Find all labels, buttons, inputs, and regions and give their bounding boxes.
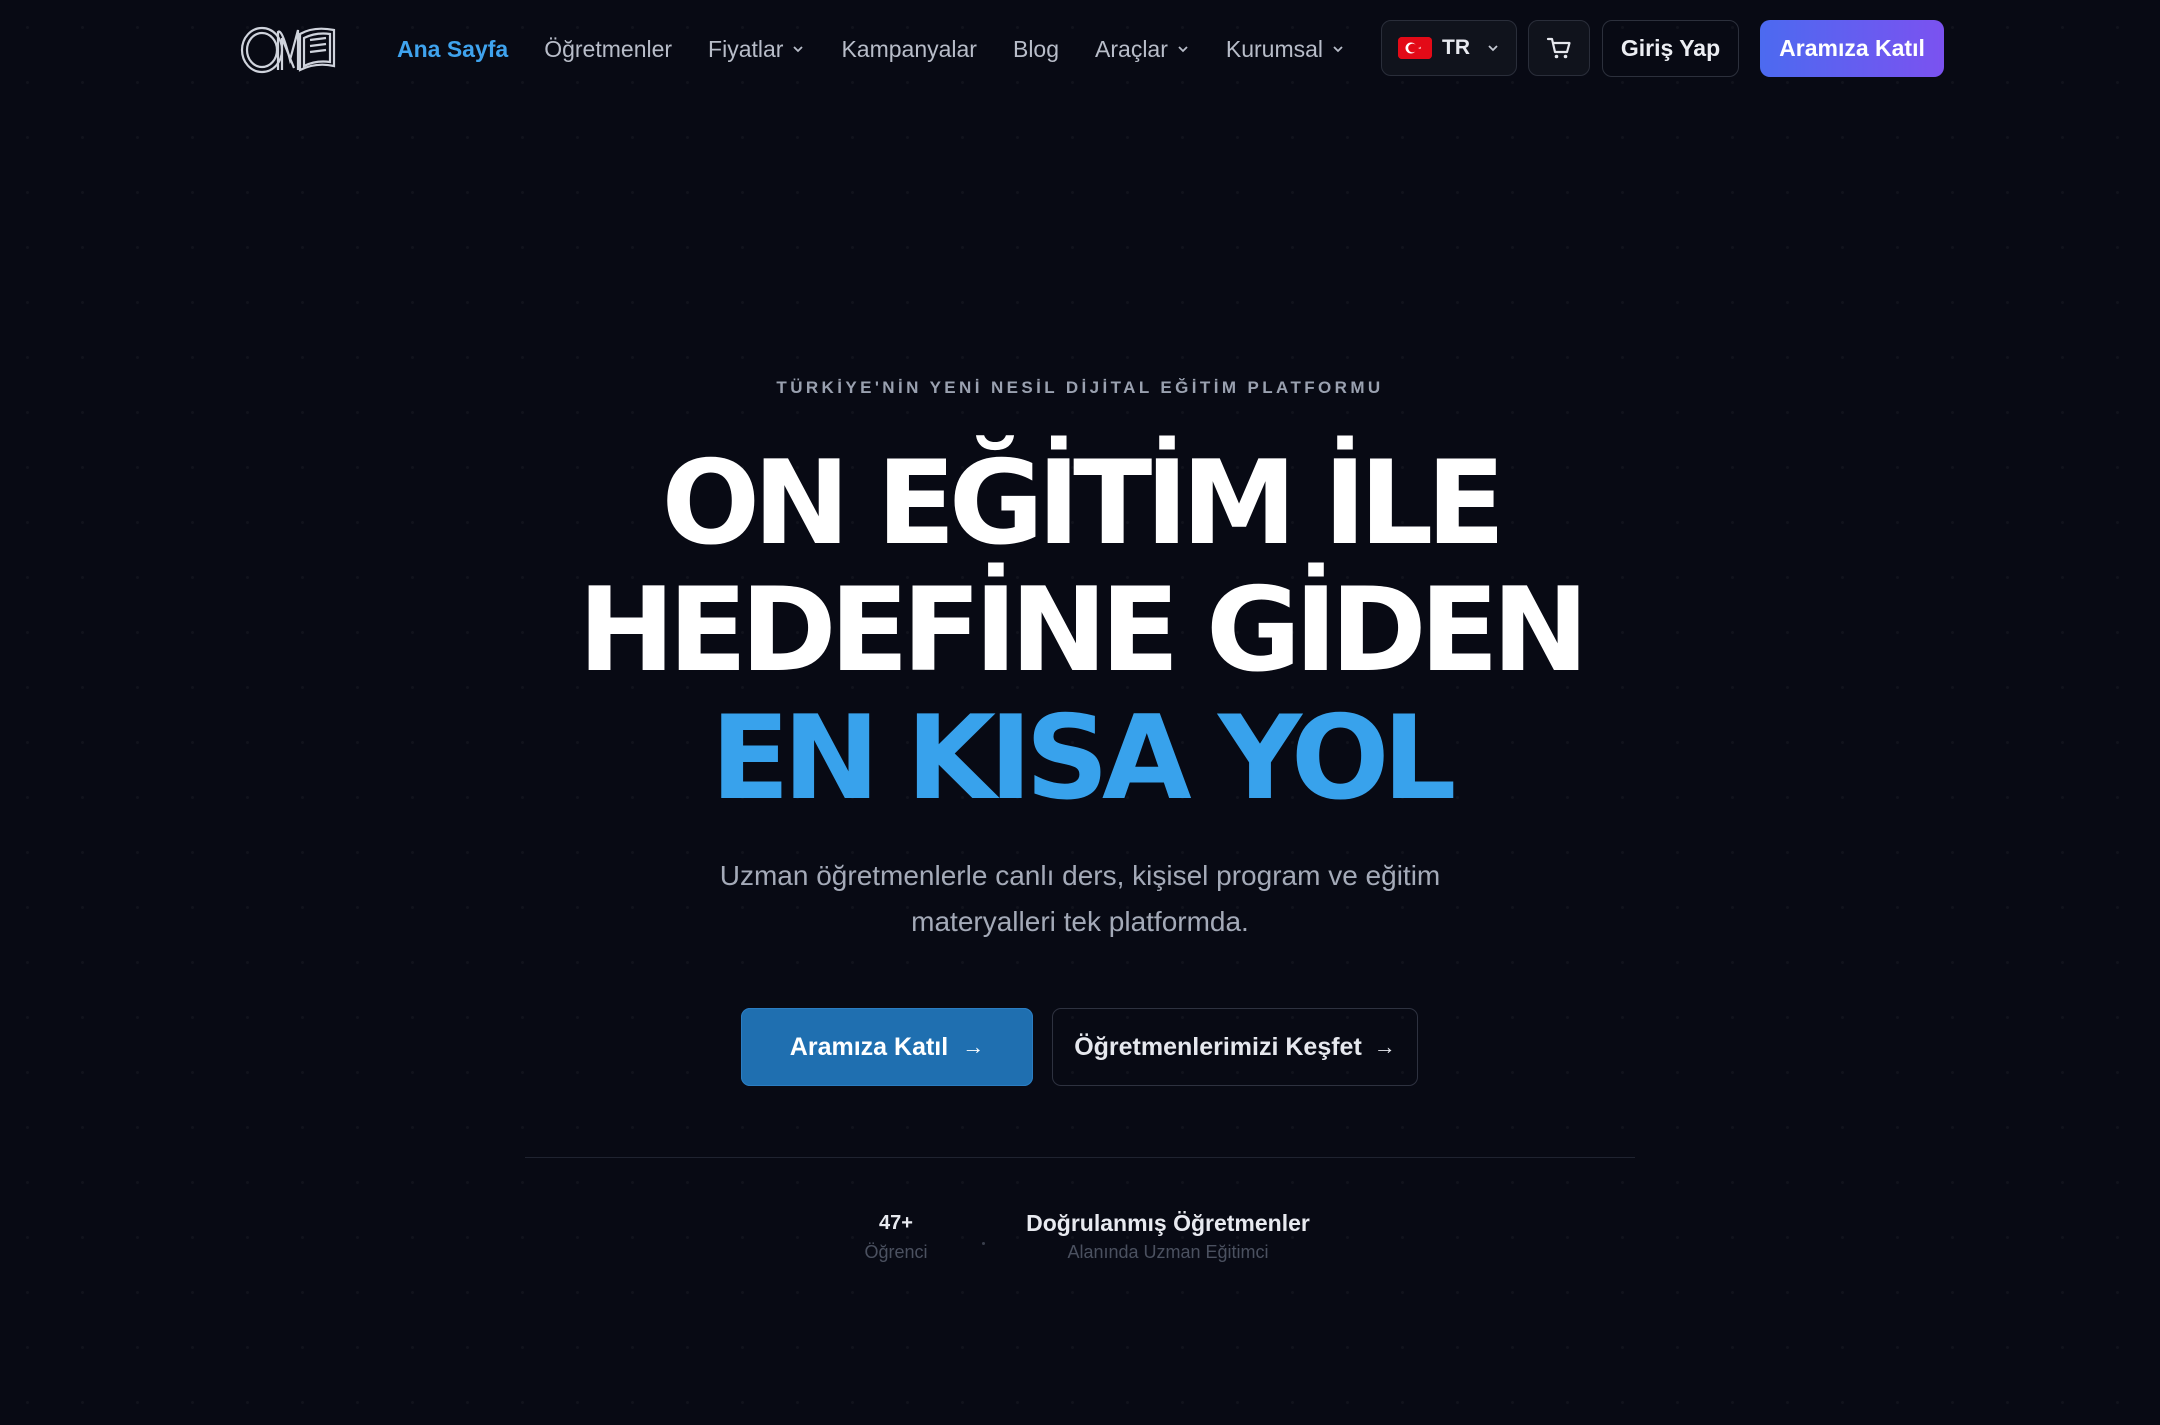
chevron-down-icon <box>791 42 805 56</box>
stat-value: 47+ <box>879 1212 913 1234</box>
book-logo-icon <box>240 26 336 74</box>
nav-item-label: Araçlar <box>1095 35 1168 62</box>
hero-headline-line2: HEDEFİNE GİDEN <box>578 563 1589 698</box>
hero-eyebrow: TÜRKİYE'NİN YENİ NESİL DİJİTAL EĞİTİM PL… <box>776 378 1384 397</box>
stat-label: Alanında Uzman Eğitimci <box>1067 1242 1269 1262</box>
join-button-header[interactable]: Aramıza Katıl <box>1760 20 1944 77</box>
nav-item-tools[interactable]: Araçlar <box>1095 36 1190 63</box>
stat-verified-teachers: Doğrulanmış Öğretmenler Alanında Uzman E… <box>1010 1208 1326 1263</box>
hero-headline-line3: EN KISA YOL <box>710 691 1457 826</box>
nav-item-label: Ana Sayfa <box>397 35 509 62</box>
nav-item-label: Kurumsal <box>1225 35 1324 62</box>
chevron-down-icon <box>1176 42 1190 56</box>
nav-item-teachers[interactable]: Öğretmenler <box>544 36 672 63</box>
nav-item-label: Blog <box>1012 35 1060 62</box>
stat-students: 47+ Öğrenci <box>830 1208 962 1263</box>
nav-item-corporate[interactable]: Kurumsal <box>1226 36 1345 63</box>
nav-item-label: Fiyatlar <box>708 35 784 62</box>
nav-item-pricing[interactable]: Fiyatlar <box>708 36 805 63</box>
cart-icon <box>1546 37 1571 59</box>
logo[interactable] <box>238 20 346 76</box>
explore-teachers-button[interactable]: Öğretmenlerimizi Keşfet → <box>1052 1008 1418 1086</box>
arrow-right-icon: → <box>962 1034 985 1059</box>
cart-button[interactable] <box>1528 20 1590 76</box>
chevron-down-icon <box>1331 42 1345 56</box>
chevron-down-icon <box>1486 41 1500 55</box>
nav-item-campaigns[interactable]: Kampanyalar <box>841 36 977 63</box>
hero-divider <box>525 1157 1635 1158</box>
stat-value: Doğrulanmış Öğretmenler <box>1026 1210 1310 1236</box>
stat-separator <box>982 1242 985 1245</box>
language-selector[interactable]: TR <box>1381 20 1517 76</box>
stat-label: Öğrenci <box>864 1242 928 1262</box>
arrow-right-icon: → <box>1373 1034 1396 1059</box>
join-cta-label: Aramıza Katıl <box>789 1032 949 1061</box>
nav-item-home[interactable]: Ana Sayfa <box>397 36 508 63</box>
turkey-flag-icon <box>1398 37 1432 59</box>
hero-subtitle: Uzman öğretmenlerle canlı ders, kişisel … <box>719 860 1441 937</box>
language-code: TR <box>1442 36 1470 59</box>
navbar: Ana Sayfa Öğretmenler Fiyatlar Kampanyal… <box>0 0 2160 98</box>
join-cta-button[interactable]: Aramıza Katıl → <box>741 1008 1033 1086</box>
nav-item-blog[interactable]: Blog <box>1013 36 1059 63</box>
nav-item-label: Öğretmenler <box>544 35 673 62</box>
main-nav: Ana Sayfa Öğretmenler Fiyatlar Kampanyal… <box>397 0 1381 98</box>
login-button[interactable]: Giriş Yap <box>1602 20 1739 77</box>
explore-teachers-label: Öğretmenlerimizi Keşfet <box>1074 1032 1362 1061</box>
nav-item-label: Kampanyalar <box>841 35 977 62</box>
hero-headline-line1: ON EĞİTİM İLE <box>661 436 1505 571</box>
